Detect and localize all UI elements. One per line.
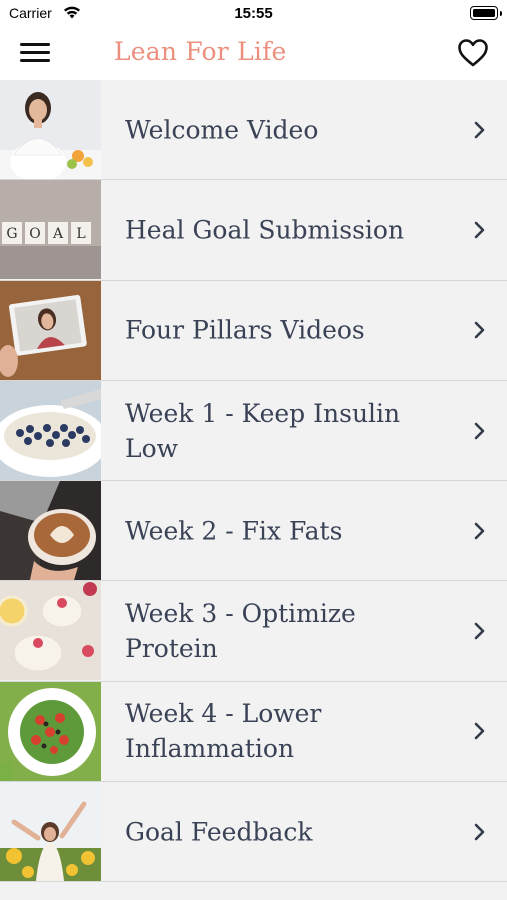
chevron-right-icon [474, 823, 485, 841]
svg-text:G: G [6, 226, 17, 242]
chevron-right-icon [474, 121, 485, 138]
list-item-week-4[interactable]: Week 4 - Lower Inflammation [0, 681, 507, 783]
list-item-label: Week 3 - Optimize Protein [125, 599, 356, 664]
svg-text:L: L [76, 226, 85, 242]
goal-letter-blocks-image: G O A L [0, 180, 101, 280]
heart-icon[interactable] [457, 38, 489, 68]
list-item-label: Heal Goal Submission [125, 215, 405, 245]
salad-plate-image [0, 681, 101, 781]
list-item-four-pillars-videos[interactable]: Four Pillars Videos [0, 280, 507, 381]
chevron-right-icon [474, 622, 485, 640]
list-item-heal-goal-submission[interactable]: G O A L Heal Goal Submission [0, 180, 507, 281]
hamburger-menu-icon[interactable] [20, 41, 50, 65]
list-item-welcome-video[interactable]: Welcome Video [0, 80, 507, 181]
chevron-right-icon [474, 321, 485, 339]
list-item-week-1[interactable]: Week 1 - Keep Insulin Low [0, 380, 507, 482]
list-item-label: Welcome Video [125, 115, 319, 145]
list-item-label: Week 4 - Lower Inflammation [125, 699, 322, 764]
yogurt-parfait-image [0, 581, 101, 681]
status-bar: Carrier 15:55 [0, 0, 507, 28]
list-item-week-2[interactable]: Week 2 - Fix Fats [0, 481, 507, 582]
svg-text:A: A [52, 226, 64, 242]
svg-text:O: O [29, 226, 40, 242]
program-list: Welcome Video G O A L Heal Goal Submissi… [0, 80, 507, 883]
latte-art-image [0, 481, 101, 581]
list-item-week-3[interactable]: Week 3 - Optimize Protein [0, 581, 507, 682]
app-title: Lean For Life [114, 37, 287, 66]
chevron-right-icon [474, 221, 485, 239]
list-item-label: Week 2 - Fix Fats [125, 516, 343, 546]
chevron-right-icon [474, 522, 485, 540]
blueberry-bowl-image [0, 380, 101, 480]
tablet-video-image [0, 280, 101, 380]
list-item-label: Four Pillars Videos [125, 315, 365, 345]
chevron-right-icon [474, 422, 485, 439]
list-item-label: Goal Feedback [125, 817, 313, 847]
nav-bar: Lean For Life [0, 28, 507, 80]
battery-icon [470, 6, 502, 20]
sunflower-field-woman-image [0, 782, 101, 882]
list-item-goal-feedback[interactable]: Goal Feedback [0, 782, 507, 883]
woman-at-desk-image [0, 80, 101, 179]
clock: 15:55 [234, 5, 273, 22]
list-item-label: Week 1 - Keep Insulin Low [125, 398, 401, 463]
chevron-right-icon [474, 723, 485, 740]
